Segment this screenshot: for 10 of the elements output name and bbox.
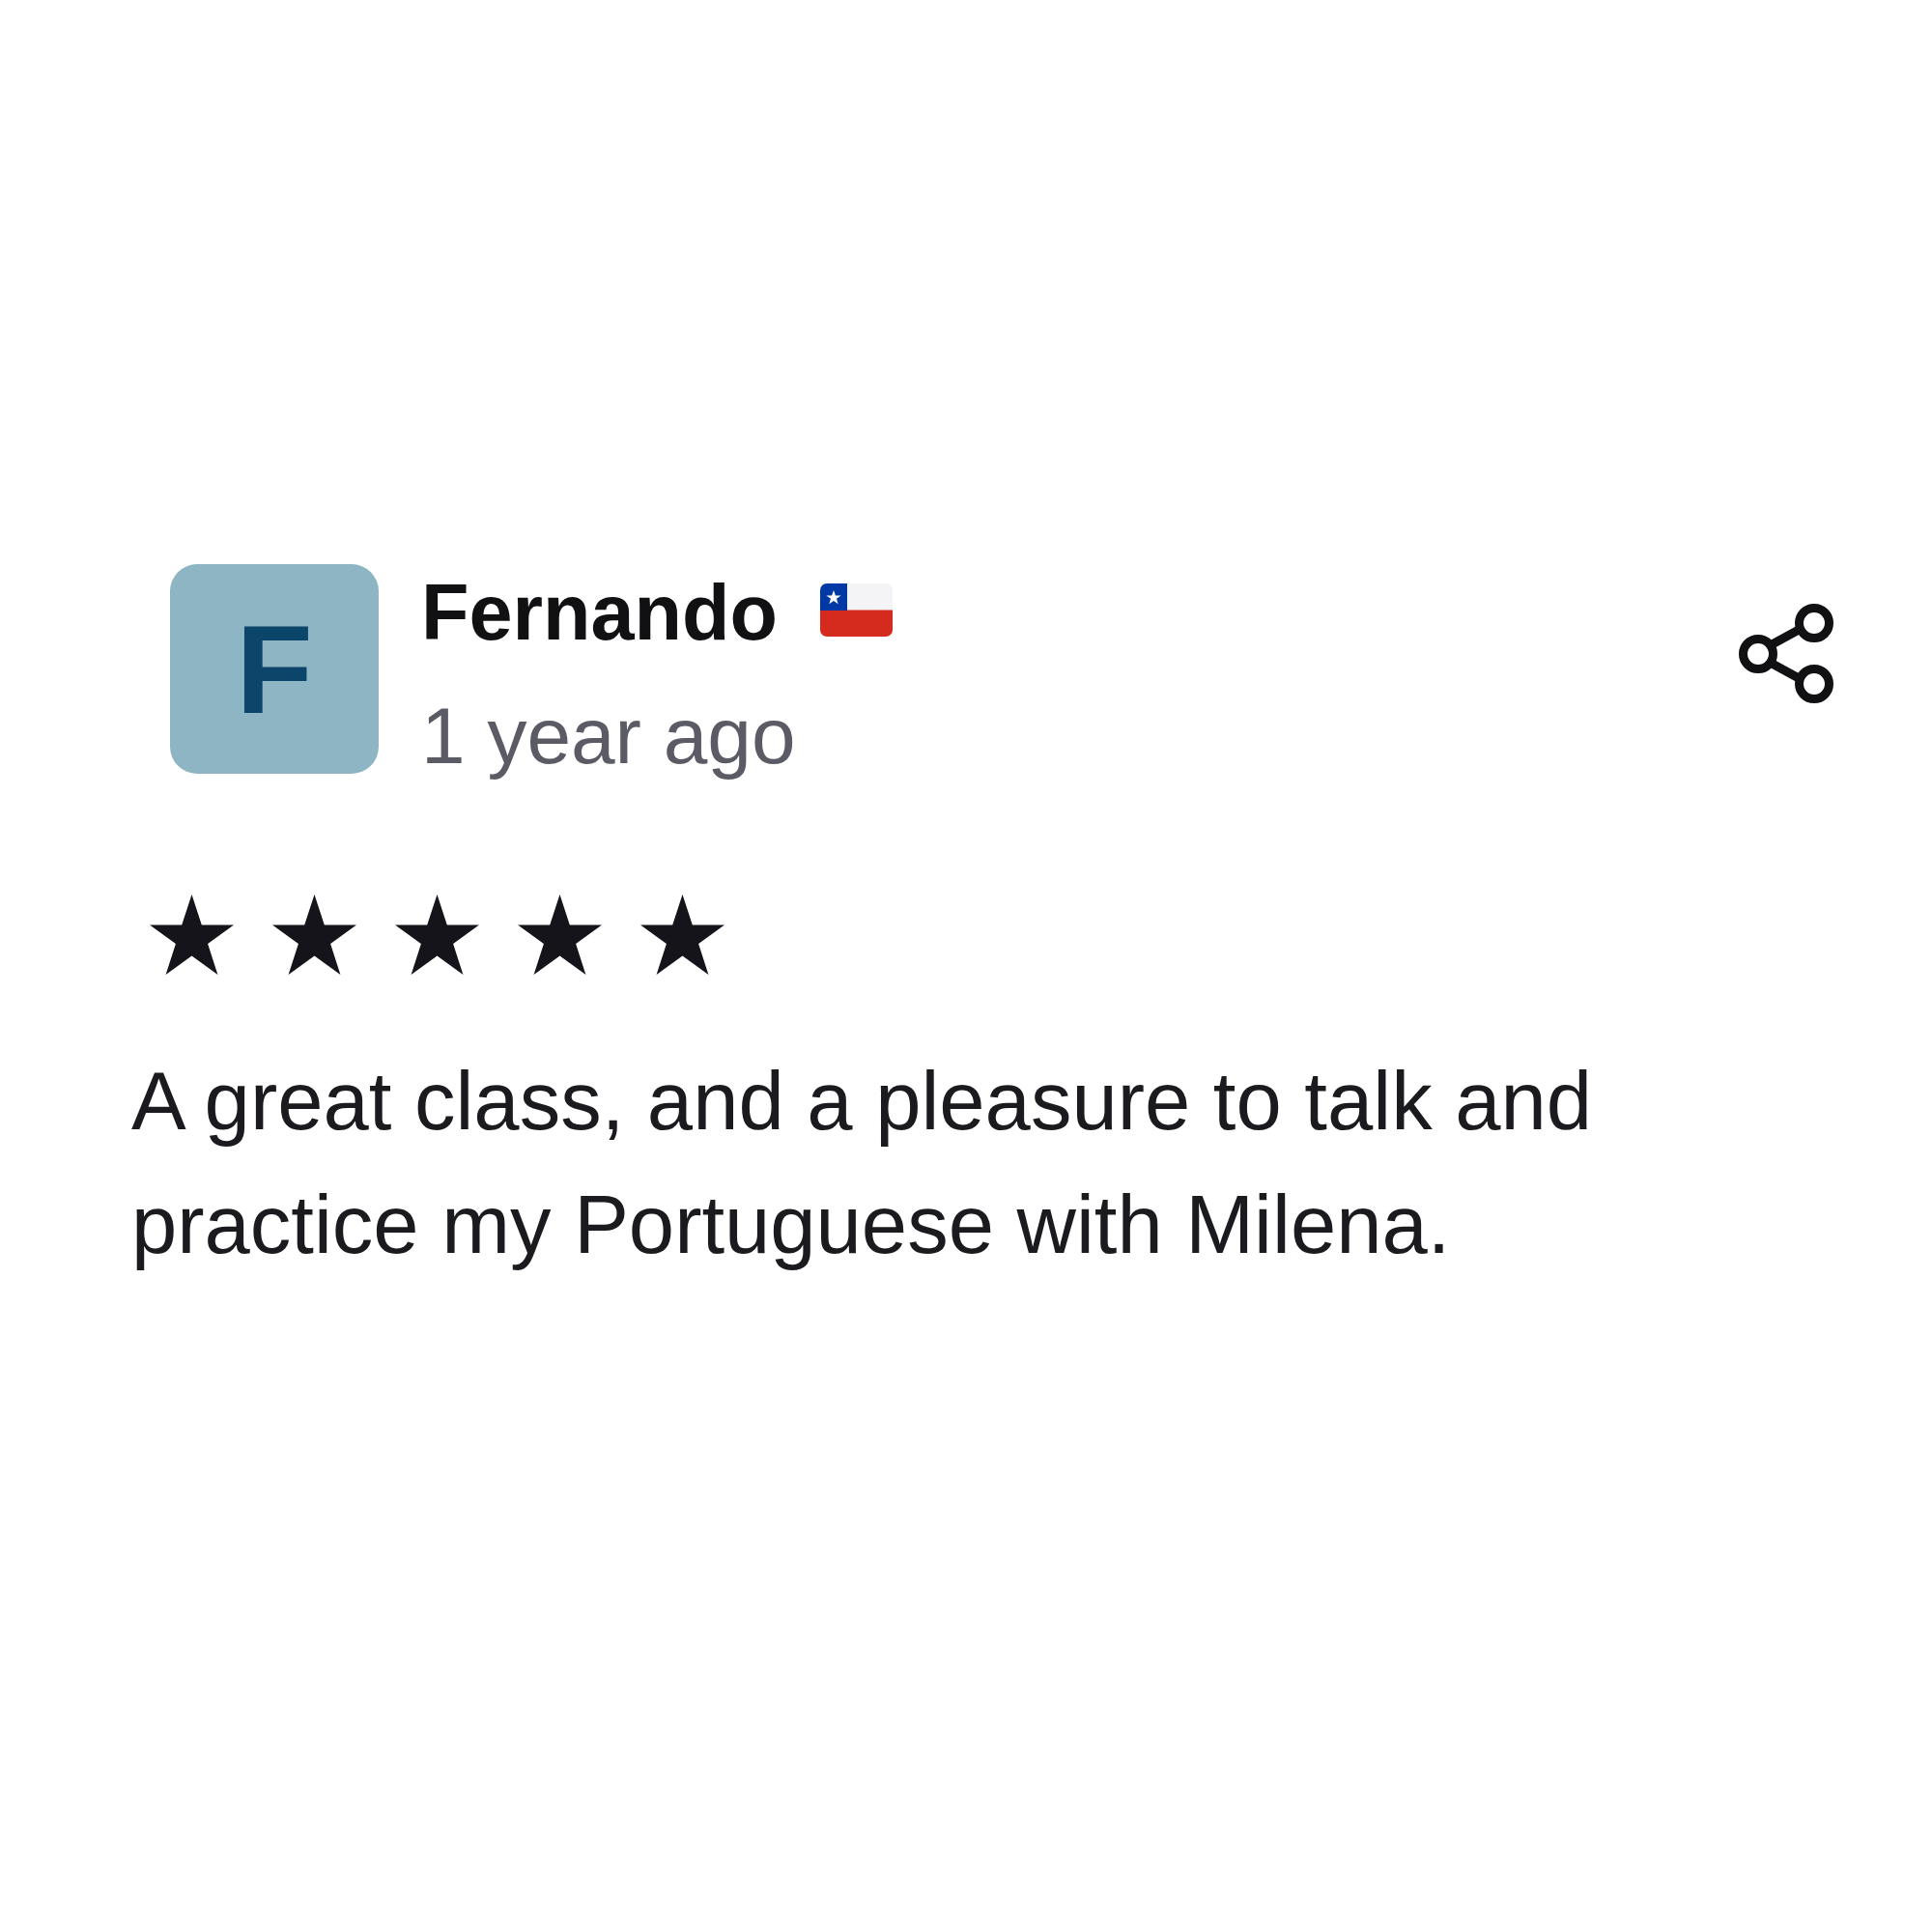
- filled-star-icon: [640, 895, 724, 975]
- initial-avatar: F: [170, 564, 379, 774]
- flag-icon: [820, 583, 893, 637]
- filled-star-icon: [272, 895, 356, 975]
- reviewer-name: Fernando: [421, 574, 778, 652]
- share-icon[interactable]: [1739, 604, 1833, 703]
- filled-star-icon: [518, 895, 602, 975]
- review-text: A great class, and a pleasure to talk and practice my Portuguese with Milena.: [131, 1054, 1594, 1272]
- filled-star-icon: [395, 895, 479, 975]
- filled-star-icon: [150, 895, 234, 975]
